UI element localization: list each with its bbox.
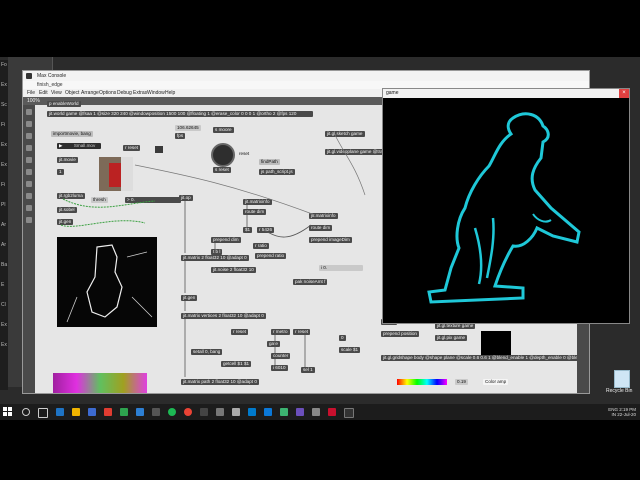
recycle-bin-icon: [614, 370, 630, 388]
chrome-icon[interactable]: [184, 408, 192, 416]
left-toolbar: [23, 105, 35, 393]
app-icon[interactable]: [152, 408, 160, 416]
dial-icon[interactable]: [26, 193, 32, 199]
game-render-window[interactable]: game ×: [382, 88, 630, 324]
desktop-label[interactable]: E: [1, 282, 4, 288]
desktop-icon-strip: Fo Ex Sc Fi Ex Ex Fi Pl Ar Ar Ba E Cl Ex…: [0, 60, 8, 390]
close-icon[interactable]: ×: [619, 89, 629, 98]
game-window-titlebar[interactable]: game ×: [383, 89, 629, 98]
menu-arrange[interactable]: Arrange: [81, 90, 99, 96]
app-icon[interactable]: [232, 408, 240, 416]
desktop-label[interactable]: Ex: [1, 142, 7, 148]
system-tray[interactable]: ENG 2:19 PM IN 22-Jul-20: [608, 407, 636, 417]
windows-taskbar: ENG 2:19 PM IN 22-Jul-20: [0, 404, 640, 420]
number-icon[interactable]: [26, 169, 32, 175]
audio-icon[interactable]: [26, 205, 32, 211]
window-titlebar[interactable]: Max Console: [23, 71, 589, 81]
app-icon[interactable]: [200, 408, 208, 416]
app-icon[interactable]: [328, 408, 336, 416]
app-icon[interactable]: [104, 408, 112, 416]
desktop-label[interactable]: Cl: [1, 302, 6, 308]
comment-icon[interactable]: [26, 133, 32, 139]
zoom-level[interactable]: 100%: [27, 98, 40, 104]
store-icon[interactable]: [88, 408, 96, 416]
desktop-label[interactable]: Ba: [1, 262, 7, 268]
file-explorer-icon[interactable]: [72, 408, 80, 416]
desktop-label[interactable]: Ar: [1, 222, 6, 228]
menu-file[interactable]: File: [27, 90, 35, 96]
desktop-label[interactable]: Sc: [1, 102, 7, 108]
region-indicator: IN: [611, 412, 616, 417]
lock-icon[interactable]: [26, 217, 32, 223]
menu-help[interactable]: Help: [165, 90, 175, 96]
app-icon[interactable]: [296, 408, 304, 416]
desktop-label[interactable]: Ex: [1, 342, 7, 348]
menu-edit[interactable]: Edit: [39, 90, 48, 96]
recycle-bin-desktop-icon[interactable]: Recycle Bin: [606, 368, 636, 398]
app-icon[interactable]: [216, 408, 224, 416]
edge-browser-icon[interactable]: [56, 408, 64, 416]
desktop-label[interactable]: Ex: [1, 162, 7, 168]
windows-start-icon[interactable]: [3, 407, 13, 417]
silhouette-outline-render: [427, 112, 581, 304]
desktop-label[interactable]: Fi: [1, 122, 5, 128]
new-object-icon[interactable]: [26, 109, 32, 115]
task-view-icon[interactable]: [38, 408, 48, 418]
menu-debug[interactable]: Debug: [117, 90, 132, 96]
spotify-icon[interactable]: [168, 408, 176, 416]
app-icon[interactable]: [312, 408, 320, 416]
app-icon[interactable]: [264, 408, 272, 416]
desktop-label[interactable]: Fo: [1, 62, 7, 68]
desktop-label[interactable]: Ex: [1, 322, 7, 328]
menu-view[interactable]: View: [51, 90, 62, 96]
menu-extras[interactable]: Extras: [133, 90, 147, 96]
toggle-icon[interactable]: [26, 157, 32, 163]
desktop-label[interactable]: Ar: [1, 242, 6, 248]
slider-icon[interactable]: [26, 181, 32, 187]
button-icon[interactable]: [26, 145, 32, 151]
menu-object[interactable]: Object: [65, 90, 79, 96]
menu-window[interactable]: Window: [147, 90, 165, 96]
max-icon[interactable]: [344, 408, 354, 418]
recycle-bin-label: Recycle Bin: [606, 388, 633, 394]
app-icon[interactable]: [136, 408, 144, 416]
vscode-icon[interactable]: [248, 408, 256, 416]
window-title: Max Console: [37, 73, 67, 79]
menu-options[interactable]: Options: [99, 90, 116, 96]
app-icon[interactable]: [120, 408, 128, 416]
message-icon[interactable]: [26, 121, 32, 127]
tab-finish-edge[interactable]: finish_edge: [37, 82, 63, 88]
clock-date[interactable]: 22-Jul-20: [617, 412, 636, 417]
app-icon[interactable]: [280, 408, 288, 416]
desktop-label[interactable]: Pl: [1, 202, 5, 208]
search-icon[interactable]: [22, 408, 30, 416]
desktop-label[interactable]: Ex: [1, 82, 7, 88]
desktop-label[interactable]: Fi: [1, 182, 5, 188]
max-app-icon: [26, 73, 32, 79]
game-window-title: game: [386, 90, 399, 96]
